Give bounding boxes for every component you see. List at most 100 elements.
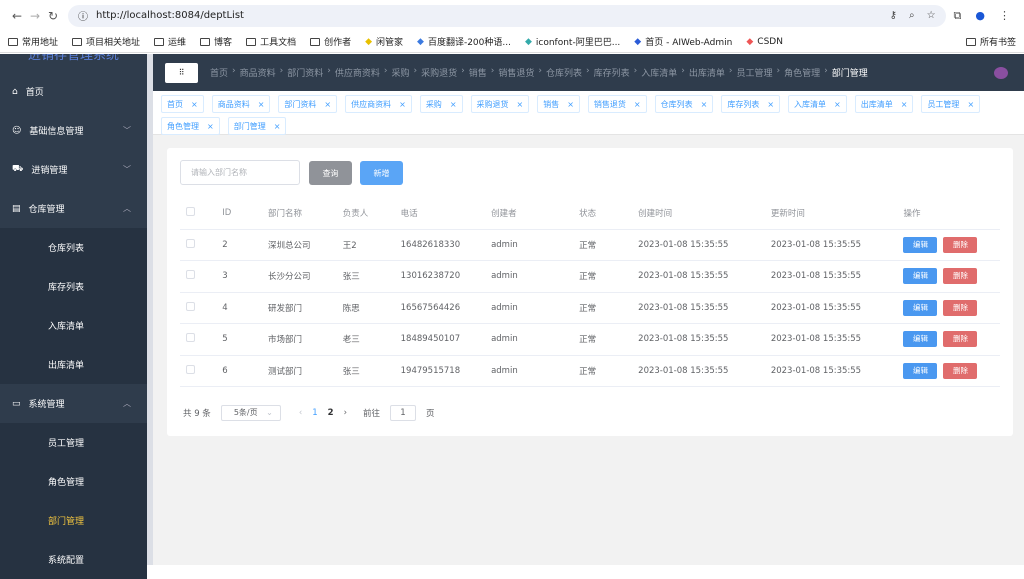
bookmark-item[interactable]: 创作者 <box>310 35 351 48</box>
breadcrumb-item[interactable]: 入库清单 <box>641 66 677 79</box>
select-all-checkbox[interactable] <box>180 198 223 230</box>
tab-item[interactable]: 仓库列表 × <box>654 95 714 113</box>
all-bookmarks[interactable]: 所有书签 <box>965 35 1016 48</box>
sidebar-item-2[interactable]: ⛟ 进销管理 ﹀ <box>0 150 147 189</box>
close-icon[interactable]: × <box>399 100 406 109</box>
close-icon[interactable]: × <box>258 100 265 109</box>
close-icon[interactable]: × <box>207 122 214 131</box>
tab-item[interactable]: 采购退货 × <box>470 95 530 113</box>
sidebar-subitem[interactable]: 部门管理 <box>0 501 147 540</box>
avatar[interactable] <box>994 66 1008 79</box>
menu-icon[interactable]: ⋮ <box>999 9 1010 23</box>
close-icon[interactable]: × <box>834 100 841 109</box>
goto-page-input[interactable]: 1 <box>389 405 416 421</box>
zoom-icon[interactable]: ⌕ <box>909 10 915 21</box>
breadcrumb-item[interactable]: 销售 <box>469 66 487 79</box>
close-icon[interactable]: × <box>967 100 974 109</box>
breadcrumb-item[interactable]: 仓库列表 <box>546 66 582 79</box>
row-checkbox[interactable] <box>186 364 195 374</box>
bookmark-item[interactable]: 博客 <box>200 35 232 48</box>
close-icon[interactable]: × <box>274 122 281 131</box>
reload-icon[interactable]: ↻ <box>44 9 62 23</box>
breadcrumb-item[interactable]: 销售退货 <box>498 66 534 79</box>
sidebar-subitem[interactable]: 仓库列表 <box>0 228 147 267</box>
next-page-icon[interactable]: › <box>344 408 347 418</box>
tab-item[interactable]: 商品资料 × <box>211 95 271 113</box>
sidebar-item-3[interactable]: ▤ 仓库管理 ︿ <box>0 189 147 228</box>
breadcrumb-item[interactable]: 采购退货 <box>421 66 457 79</box>
prev-page-icon[interactable]: ‹ <box>299 408 302 418</box>
close-icon[interactable]: × <box>901 100 908 109</box>
tab-item[interactable]: 采购 × <box>419 95 463 113</box>
dept-name-search-input[interactable]: 请输入部门名称 <box>180 160 300 185</box>
breadcrumb-item[interactable]: 出库清单 <box>689 66 725 79</box>
sidebar-subitem[interactable]: 角色管理 <box>0 462 147 501</box>
bookmark-item[interactable]: ◆ 闲管家 <box>365 35 403 49</box>
bookmark-item[interactable]: ◆ 百度翻译-200种语... <box>417 35 511 49</box>
close-icon[interactable]: × <box>191 100 198 109</box>
tab-item[interactable]: 首页 × <box>161 95 204 113</box>
row-checkbox[interactable] <box>186 238 195 248</box>
back-icon[interactable]: ← <box>8 9 26 23</box>
sidebar-item-1[interactable]: ☺ 基础信息管理 ﹀ <box>0 111 147 150</box>
row-checkbox[interactable] <box>186 270 195 280</box>
sidebar-subitem[interactable]: 员工管理 <box>0 423 147 462</box>
bookmark-item[interactable]: 运维 <box>154 35 186 48</box>
page-size-select[interactable]: 5条/页 ⌄ <box>220 405 281 421</box>
tab-item[interactable]: 员工管理 × <box>921 95 981 113</box>
bookmark-item[interactable]: ◆ iconfont-阿里巴巴... <box>525 35 620 49</box>
close-icon[interactable]: × <box>767 100 774 109</box>
edit-button[interactable]: 编辑 <box>903 268 938 285</box>
tab-item[interactable]: 部门管理 × <box>227 117 287 135</box>
query-button[interactable]: 查询 <box>309 161 352 185</box>
key-icon[interactable]: ⚷ <box>890 10 897 21</box>
bookmark-item[interactable]: 项目相关地址 <box>72 35 140 48</box>
row-checkbox[interactable] <box>186 301 195 311</box>
star-icon[interactable]: ☆ <box>927 10 936 21</box>
breadcrumb-item[interactable]: 供应商资料 <box>335 66 380 79</box>
tab-item[interactable]: 出库清单 × <box>854 95 914 113</box>
edit-button[interactable]: 编辑 <box>903 299 938 316</box>
page-1[interactable]: 1 <box>312 408 317 418</box>
edit-button[interactable]: 编辑 <box>903 362 938 379</box>
checkbox[interactable] <box>186 207 195 217</box>
breadcrumb-item[interactable]: 员工管理 <box>737 66 773 79</box>
tab-item[interactable]: 部门资料 × <box>278 95 338 113</box>
row-checkbox[interactable] <box>186 333 195 343</box>
edit-button[interactable]: 编辑 <box>903 236 938 253</box>
sidebar-subitem[interactable]: 入库清单 <box>0 306 147 345</box>
breadcrumb-item[interactable]: 库存列表 <box>594 66 630 79</box>
close-icon[interactable]: × <box>634 100 641 109</box>
close-icon[interactable]: × <box>701 100 708 109</box>
breadcrumb-item[interactable]: 角色管理 <box>784 66 820 79</box>
tab-item[interactable]: 角色管理 × <box>161 117 220 135</box>
bookmark-item[interactable]: ◆ 首页 - AIWeb-Admin <box>634 35 732 49</box>
page-2[interactable]: 2 <box>328 408 334 418</box>
delete-button[interactable]: 删除 <box>943 362 978 379</box>
breadcrumb-item[interactable]: 商品资料 <box>240 66 276 79</box>
tab-item[interactable]: 入库清单 × <box>788 95 847 113</box>
delete-button[interactable]: 删除 <box>943 236 978 253</box>
sidebar-item-4[interactable]: ▭ 系统管理 ︿ <box>0 384 147 423</box>
bookmark-item[interactable]: 工具文档 <box>246 35 296 48</box>
close-icon[interactable]: × <box>517 100 524 109</box>
sidebar-item-0[interactable]: ⌂ 首页 <box>0 72 147 111</box>
bookmark-item[interactable]: ◆ CSDN <box>746 37 783 47</box>
tab-item[interactable]: 库存列表 × <box>721 95 781 113</box>
add-button[interactable]: 新增 <box>360 161 403 185</box>
bookmark-item[interactable]: 常用地址 <box>8 35 58 48</box>
sidebar-subitem[interactable]: 库存列表 <box>0 267 147 306</box>
close-icon[interactable]: × <box>567 100 574 109</box>
edit-button[interactable]: 编辑 <box>903 331 938 348</box>
sidebar-subitem[interactable]: 出库清单 <box>0 345 147 384</box>
forward-icon[interactable]: → <box>26 9 44 23</box>
profile-icon[interactable]: ● <box>975 9 985 23</box>
breadcrumb-item[interactable]: 首页 <box>210 66 228 79</box>
collapse-menu-button[interactable]: ⠿ <box>165 62 198 83</box>
address-bar[interactable]: ⓘ http://localhost:8084/deptList ⚷ ⌕ ☆ <box>68 4 946 27</box>
delete-button[interactable]: 删除 <box>943 299 978 316</box>
delete-button[interactable]: 删除 <box>943 331 978 348</box>
close-icon[interactable]: × <box>324 100 331 109</box>
extensions-icon[interactable]: ⧉ <box>954 9 962 23</box>
tab-item[interactable]: 销售 × <box>537 95 580 113</box>
